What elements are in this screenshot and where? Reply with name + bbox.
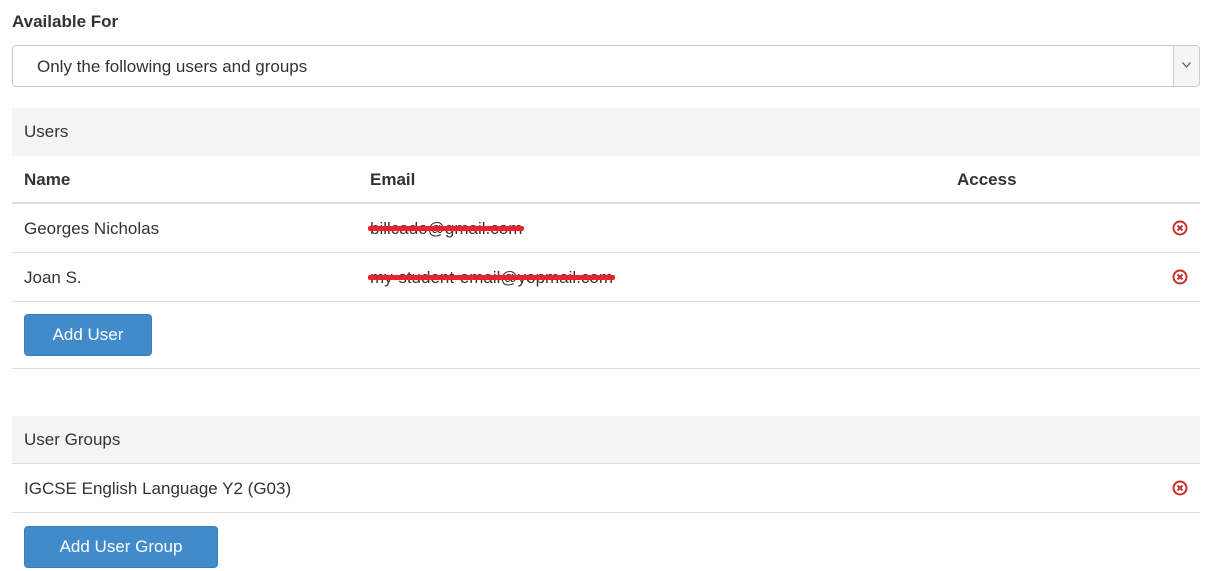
chevron-down-icon[interactable] (1173, 46, 1199, 86)
availability-select-value: Only the following users and groups (37, 57, 308, 76)
redaction-mark (368, 275, 616, 280)
table-row: IGCSE English Language Y2 (G03) (12, 464, 1200, 513)
user-email: billcado@gmail.com (368, 219, 525, 239)
table-row: Joan S. my-student-email@yopmail.com (12, 253, 1200, 302)
user-name: Joan S. (24, 268, 82, 287)
user-name: Georges Nicholas (24, 219, 160, 238)
availability-select[interactable]: Only the following users and groups (12, 45, 1200, 87)
table-row: Georges Nicholas billcado@gmail.com (12, 204, 1200, 253)
column-header-email: Email (370, 170, 416, 189)
remove-circle-icon[interactable] (1172, 269, 1188, 285)
users-table-header: Name Email Access (12, 156, 1200, 204)
redaction-mark (368, 226, 525, 231)
column-header-name: Name (24, 170, 71, 189)
column-header-access: Access (957, 170, 1017, 189)
add-user-button[interactable]: Add User (24, 314, 152, 356)
remove-circle-icon[interactable] (1172, 220, 1188, 236)
user-email: my-student-email@yopmail.com (368, 268, 616, 288)
user-group-name: IGCSE English Language Y2 (G03) (24, 479, 292, 498)
add-user-group-button[interactable]: Add User Group (24, 526, 218, 568)
users-section-header: Users (12, 108, 1200, 156)
divider (12, 368, 1200, 369)
available-for-label: Available For (12, 12, 119, 31)
remove-circle-icon[interactable] (1172, 480, 1188, 496)
user-groups-section-header: User Groups (12, 416, 1200, 464)
